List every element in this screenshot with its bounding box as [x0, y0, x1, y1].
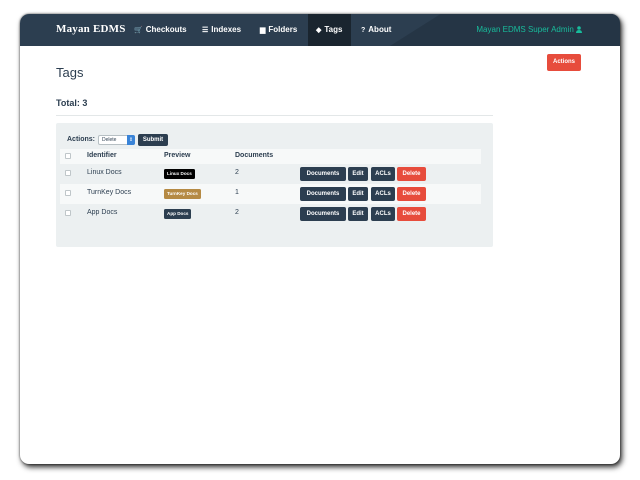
header-preview: Preview [164, 152, 191, 159]
documents-button[interactable]: Documents [300, 167, 346, 181]
tag-preview-badge: Linux Docs [164, 169, 195, 179]
top-navbar: Mayan EDMS 🛒 Checkouts ☰ Indexes ▆ Folders … [20, 14, 620, 46]
user-icon [576, 15, 582, 33]
table-row: Linux Docs Linux Docs 2 Documents Edit A… [60, 164, 481, 184]
nav-folders[interactable]: ▆ Folders [252, 14, 305, 46]
question-icon: ? [361, 27, 366, 34]
tags-table: Identifier Preview Documents Linux Docs … [60, 149, 481, 224]
user-menu[interactable]: Mayan EDMS Super Admin [476, 14, 582, 46]
user-label: Mayan EDMS Super Admin [476, 25, 574, 34]
folder-icon: ▆ [260, 27, 266, 34]
acls-button[interactable]: ACLs [371, 187, 395, 201]
nav-indexes[interactable]: ☰ Indexes [194, 14, 249, 46]
row-checkbox[interactable] [65, 190, 71, 196]
nav-label: Checkouts [145, 25, 187, 34]
tag-icon: ◆ [316, 27, 322, 34]
header-identifier: Identifier [87, 152, 117, 159]
app-window: Mayan EDMS 🛒 Checkouts ☰ Indexes ▆ Folders … [20, 14, 620, 464]
nav-label: Folders [268, 25, 298, 34]
tag-preview-badge: App Docs [164, 209, 192, 219]
bulk-actions-label: Actions: [67, 136, 95, 143]
edit-button[interactable]: Edit [348, 207, 368, 221]
brand-logo[interactable]: Mayan EDMS [56, 23, 126, 35]
select-arrow-icon: ⇕ [127, 135, 135, 145]
nav-tags[interactable]: ◆ Tags [308, 14, 351, 46]
row-checkbox[interactable] [65, 170, 71, 176]
delete-button[interactable]: Delete [397, 167, 426, 181]
submit-button[interactable]: Submit [138, 134, 168, 146]
delete-button[interactable]: Delete [397, 207, 426, 221]
nav-label: Indexes [211, 25, 242, 34]
tag-document-count: 2 [235, 169, 239, 176]
tag-document-count: 2 [235, 209, 239, 216]
table-row: App Docs App Docs 2 Documents Edit ACLs … [60, 204, 481, 224]
select-all-checkbox[interactable] [65, 153, 71, 159]
header-documents: Documents [235, 152, 274, 159]
bulk-action-select[interactable]: Delete ⇕ [98, 135, 135, 145]
acls-button[interactable]: ACLs [371, 207, 395, 221]
shopping-cart-icon: 🛒 [134, 27, 143, 34]
nav-checkouts[interactable]: 🛒 Checkouts [126, 14, 195, 46]
list-icon: ☰ [202, 27, 209, 34]
nav-about[interactable]: ? About [353, 14, 399, 46]
row-checkbox[interactable] [65, 210, 71, 216]
nav-label: About [368, 25, 392, 34]
total-count: Total: 3 [56, 98, 88, 108]
tag-identifier: Linux Docs [87, 169, 122, 176]
tag-document-count: 1 [235, 189, 239, 196]
edit-button[interactable]: Edit [348, 187, 368, 201]
acls-button[interactable]: ACLs [371, 167, 395, 181]
documents-button[interactable]: Documents [300, 207, 346, 221]
table-header-row: Identifier Preview Documents [60, 149, 481, 164]
actions-button[interactable]: Actions [547, 54, 581, 71]
tag-identifier: TurnKey Docs [87, 189, 132, 196]
nav-label: Tags [324, 25, 343, 34]
table-row: TurnKey Docs TurnKey Docs 1 Documents Ed… [60, 184, 481, 204]
tag-identifier: App Docs [87, 209, 118, 216]
documents-button[interactable]: Documents [300, 187, 346, 201]
tags-panel: Actions: Delete ⇕ Submit Identifier Prev… [56, 123, 493, 247]
bulk-action-value: Delete [102, 137, 117, 143]
edit-button[interactable]: Edit [348, 167, 368, 181]
delete-button[interactable]: Delete [397, 187, 426, 201]
tag-preview-badge: TurnKey Docs [164, 189, 201, 199]
divider [56, 115, 493, 116]
page-title: Tags [56, 65, 84, 80]
